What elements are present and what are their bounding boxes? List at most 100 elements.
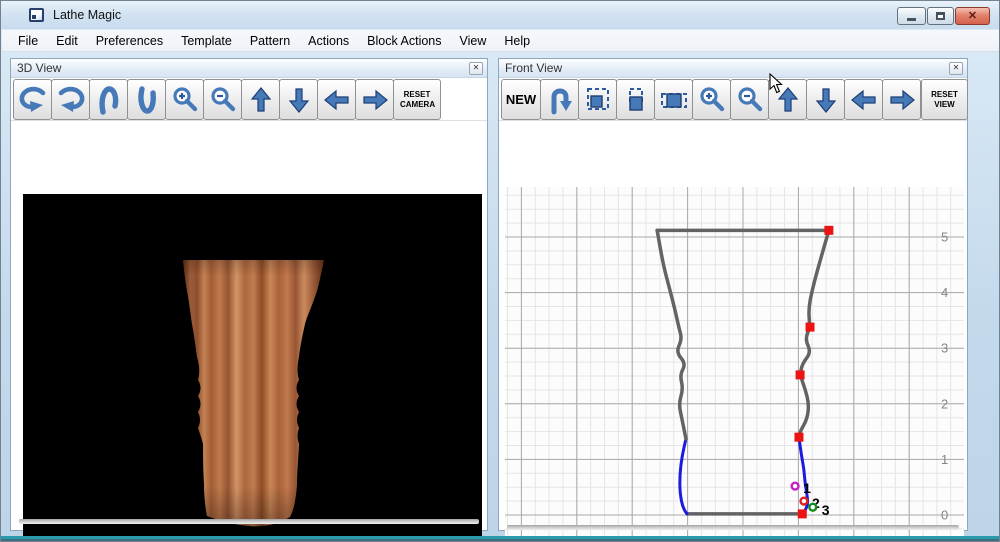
rotate-right-icon — [58, 86, 84, 112]
arrow-left-icon — [323, 89, 349, 110]
arrow-down-icon — [815, 87, 836, 113]
panel-3d-close-icon[interactable]: ✕ — [469, 61, 483, 75]
app-window: Lathe Magic ✕ File Edit Preferences Temp… — [0, 0, 1000, 542]
marker-label-1: 1 — [803, 480, 811, 496]
new-label: NEW — [505, 92, 537, 107]
minimize-icon — [907, 18, 916, 21]
zoom-out-button-front[interactable] — [730, 79, 769, 120]
zoom-in-icon — [172, 86, 197, 111]
scale-icon — [586, 87, 609, 110]
panel-front-header: Front View ✕ — [499, 59, 967, 78]
menu-actions[interactable]: Actions — [299, 31, 358, 51]
toolbar-front: NEW RESET VIEW — [499, 78, 968, 121]
arrow-down-icon — [288, 87, 309, 113]
svg-text:2: 2 — [941, 396, 948, 411]
maximize-icon — [936, 12, 945, 20]
pan-left-button-front[interactable] — [844, 79, 883, 120]
svg-text:1: 1 — [941, 452, 948, 467]
window-controls: ✕ — [897, 7, 990, 25]
zoom-in-button-3d[interactable] — [165, 79, 204, 120]
control-point — [795, 370, 805, 380]
marker-label-3: 3 — [822, 502, 830, 518]
svg-text:0: 0 — [941, 508, 948, 523]
pan-right-button-3d[interactable] — [355, 79, 394, 120]
profile-right-gray — [797, 228, 831, 439]
menu-help[interactable]: Help — [495, 31, 539, 51]
pan-up-button-3d[interactable] — [241, 79, 280, 120]
new-button[interactable]: NEW — [501, 79, 541, 120]
close-button[interactable]: ✕ — [955, 7, 990, 25]
mouse-cursor — [769, 73, 783, 94]
arrow-right-icon — [362, 89, 388, 110]
reset-camera-button[interactable]: RESET CAMERA — [393, 79, 441, 120]
menu-bar: File Edit Preferences Template Pattern A… — [2, 30, 999, 52]
rotate-right-button[interactable] — [51, 79, 90, 120]
window-bottom-edge — [1, 539, 999, 541]
marker-2 — [799, 496, 809, 506]
scale-vertical-button[interactable] — [616, 79, 655, 120]
rotate-left-icon — [19, 86, 45, 112]
zoom-out-icon — [737, 86, 762, 111]
scale-button[interactable] — [578, 79, 617, 120]
window-title: Lathe Magic — [53, 8, 122, 22]
pan-left-button-3d[interactable] — [317, 79, 356, 120]
tilt-up-button[interactable] — [89, 79, 128, 120]
flip-button[interactable] — [540, 79, 579, 120]
menu-pattern[interactable]: Pattern — [241, 31, 299, 51]
pan-down-button-3d[interactable] — [279, 79, 318, 120]
svg-text:3: 3 — [941, 341, 948, 356]
tilt-down-button[interactable] — [127, 79, 166, 120]
maximize-button[interactable] — [927, 7, 954, 25]
minimize-button[interactable] — [897, 7, 926, 25]
reset-camera-label: RESET CAMERA — [400, 89, 436, 109]
scale-horizontal-icon — [660, 92, 687, 108]
menu-block-actions[interactable]: Block Actions — [358, 31, 450, 51]
panel-front-close-icon[interactable]: ✕ — [949, 61, 963, 75]
scroll-groove-3d — [19, 519, 479, 524]
svg-text:4: 4 — [941, 285, 948, 300]
profile-left-blue — [678, 437, 689, 516]
arrow-left-icon — [850, 89, 876, 110]
app-icon — [29, 8, 44, 22]
control-point — [797, 509, 807, 519]
control-point — [794, 432, 804, 442]
panel-3d-view: 3D View ✕ RESET CAMERA — [10, 58, 488, 541]
tilt-up-icon — [98, 85, 118, 115]
panel-3d-header: 3D View ✕ — [11, 59, 487, 78]
svg-text:5: 5 — [941, 230, 948, 245]
panel-front-view: Front View ✕ NEW RESET VIEW 5 4 3 2 1 0 … — [498, 58, 968, 541]
control-point — [824, 225, 834, 235]
zoom-in-button-front[interactable] — [692, 79, 731, 120]
menu-file[interactable]: File — [9, 31, 47, 51]
toolbar-3d: RESET CAMERA — [11, 78, 487, 121]
pan-down-button-front[interactable] — [806, 79, 845, 120]
pan-right-button-front[interactable] — [882, 79, 921, 120]
3d-viewport[interactable] — [23, 194, 482, 541]
scroll-groove-front — [507, 525, 959, 530]
marker-3 — [808, 502, 818, 512]
reset-view-label: RESET VIEW — [931, 89, 958, 109]
close-icon: ✕ — [967, 9, 978, 22]
zoom-in-icon — [699, 86, 724, 111]
panel-front-title: Front View — [505, 61, 563, 75]
panel-3d-title: 3D View — [17, 61, 62, 75]
arrow-right-icon — [889, 89, 915, 110]
menu-view[interactable]: View — [451, 31, 496, 51]
rotate-left-button[interactable] — [13, 79, 52, 120]
u-turn-arrow-icon — [551, 88, 572, 114]
tilt-down-icon — [137, 85, 156, 114]
zoom-out-icon — [210, 86, 235, 111]
scale-vertical-icon — [628, 87, 643, 111]
arrow-up-icon — [250, 86, 271, 112]
menu-edit[interactable]: Edit — [47, 31, 87, 51]
scale-horizontal-button[interactable] — [654, 79, 693, 120]
zoom-out-button-3d[interactable] — [203, 79, 242, 120]
vase-3d-render — [183, 260, 324, 527]
reset-view-button[interactable]: RESET VIEW — [921, 79, 968, 120]
marker-1 — [790, 481, 800, 491]
control-point — [805, 322, 815, 332]
title-bar: Lathe Magic ✕ — [1, 1, 999, 29]
profile-editor-canvas[interactable]: -3-2-10123543210123 — [505, 187, 964, 542]
menu-template[interactable]: Template — [172, 31, 241, 51]
menu-preferences[interactable]: Preferences — [87, 31, 172, 51]
